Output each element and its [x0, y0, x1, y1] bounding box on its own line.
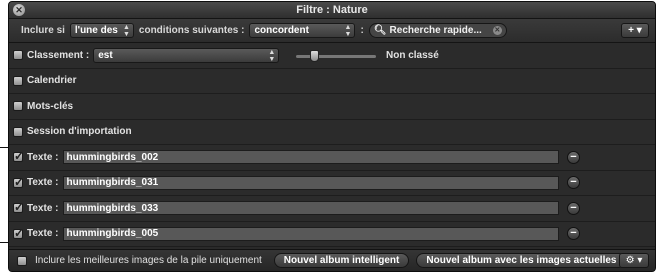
criterion-label: Mots-clés — [27, 100, 74, 112]
calendar-checkbox[interactable] — [13, 75, 23, 86]
text-rule-label: Texte : — [27, 177, 59, 189]
criterion-label: Session d'importation — [27, 126, 132, 138]
rating-slider-knob[interactable] — [310, 50, 319, 62]
search-icon: 🔍︎ — [373, 25, 387, 36]
text-rule-checkbox[interactable] — [13, 200, 24, 214]
remove-rule-button[interactable]: − — [567, 150, 580, 164]
colon-label: : — [360, 25, 364, 36]
include-label: Inclure si — [21, 25, 65, 36]
text-rule-field[interactable]: hummingbirds_031 — [62, 175, 559, 190]
text-rule-checkbox[interactable] — [13, 149, 24, 163]
text-rule-field[interactable]: hummingbirds_002 — [62, 150, 559, 165]
text-rule-row: Texte : hummingbirds_005 − — [9, 221, 655, 247]
text-rule-field[interactable]: hummingbirds_005 — [62, 226, 559, 241]
operator-popup[interactable]: concordent ▲ ▼ — [249, 23, 356, 38]
criterion-label: Calendrier — [27, 75, 77, 87]
text-rule-row: Texte : hummingbirds_002 − — [9, 145, 655, 171]
text-rule-row: Texte : hummingbirds_031 − — [9, 170, 655, 196]
keywords-checkbox[interactable] — [13, 101, 23, 112]
match-popup[interactable]: l'une des ▲ ▼ — [69, 23, 134, 38]
criterion-row-calendar: Calendrier — [9, 68, 655, 94]
rating-operator-value: est — [98, 49, 113, 61]
title-bar: ✕ Filtre : Nature — [9, 2, 655, 19]
rating-label: Classement : — [27, 49, 90, 61]
add-rule-button[interactable]: + ▾ — [621, 23, 649, 38]
remove-rule-button[interactable]: − — [567, 201, 580, 215]
stack-picks-label: Inclure les meilleures images de la pile… — [35, 255, 262, 266]
quick-search-field[interactable]: 🔍︎ Recherche rapide... ✕ — [368, 23, 507, 38]
import-session-checkbox[interactable] — [13, 126, 23, 137]
rating-value-label: Non classé — [386, 50, 439, 61]
criterion-row-keywords: Mots-clés — [9, 94, 655, 120]
search-placeholder: Recherche rapide... — [389, 25, 482, 36]
text-rule-label: Texte : — [27, 151, 59, 163]
popup-arrows-icon: ▲ ▼ — [122, 24, 130, 38]
text-rule-label: Texte : — [27, 202, 59, 214]
window-title: Filtre : Nature — [296, 4, 368, 16]
gear-menu-button[interactable]: ⚙ ▾ — [619, 253, 649, 268]
rating-operator-popup[interactable]: est ▲ ▼ — [93, 47, 280, 63]
stack-picks-checkbox[interactable] — [17, 255, 27, 266]
bottom-bar: Inclure les meilleures images de la pile… — [9, 249, 655, 271]
text-rule-field[interactable]: hummingbirds_033 — [62, 201, 559, 216]
match-value: l'une des — [74, 25, 118, 36]
clear-search-icon[interactable]: ✕ — [492, 26, 502, 35]
popup-arrows-icon: ▲ ▼ — [268, 48, 276, 63]
rating-slider[interactable] — [296, 50, 376, 62]
new-album-current-images-button[interactable]: Nouvel album avec les images actuelles — [416, 253, 627, 268]
popup-arrows-icon: ▲ ▼ — [344, 24, 352, 38]
conditions-label: conditions suivantes : — [138, 25, 245, 36]
remove-rule-button[interactable]: − — [567, 227, 580, 241]
filter-panel: ✕ Filtre : Nature Inclure si l'une des ▲… — [8, 1, 656, 272]
remove-rule-button[interactable]: − — [567, 176, 580, 190]
criterion-row-import-session: Session d'importation — [9, 119, 655, 145]
new-smart-album-button[interactable]: Nouvel album intelligent — [273, 253, 410, 268]
rating-rule-row: Classement : est ▲ ▼ Non classé — [9, 43, 655, 69]
operator-value: concordent — [254, 25, 309, 36]
rating-checkbox[interactable] — [13, 50, 23, 61]
text-rule-label: Texte : — [27, 228, 59, 240]
filter-toolbar: Inclure si l'une des ▲ ▼ conditions suiva… — [9, 19, 655, 43]
text-rule-row: Texte : hummingbirds_033 − — [9, 196, 655, 222]
text-rule-checkbox[interactable] — [13, 175, 24, 189]
text-rule-checkbox[interactable] — [13, 226, 24, 240]
close-icon[interactable]: ✕ — [13, 4, 25, 16]
